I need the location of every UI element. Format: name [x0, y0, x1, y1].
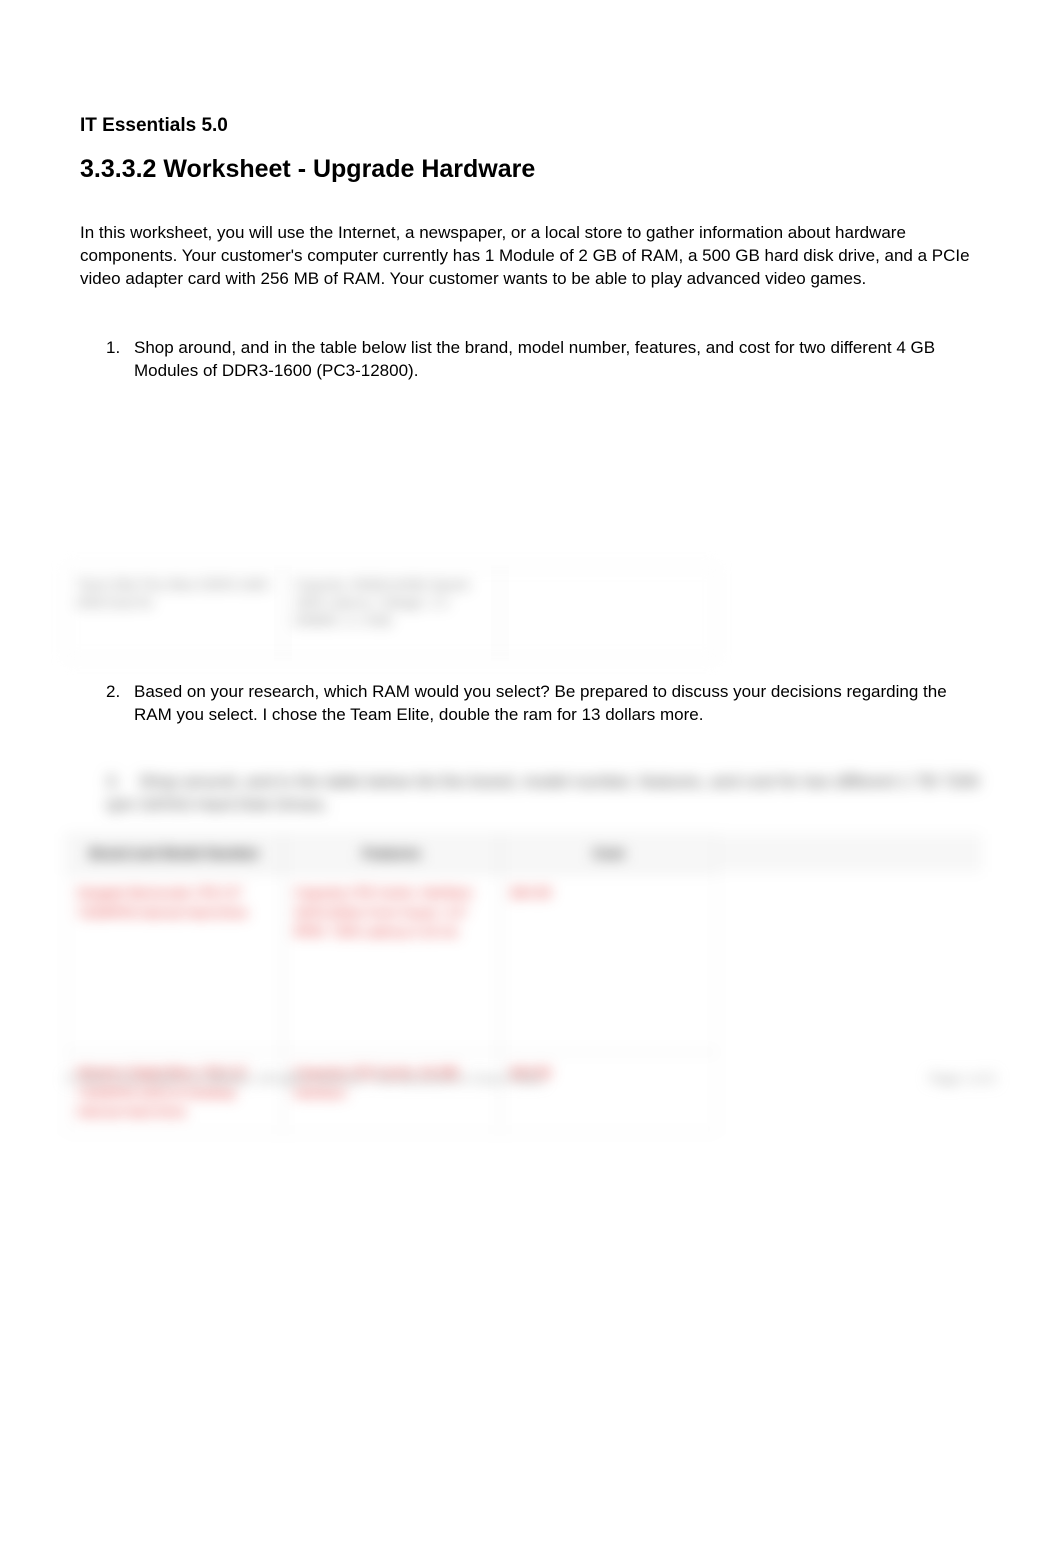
table-cell-features: Capacity: 8GB(2x4GB) Speed: 1600 Latency… — [283, 567, 500, 659]
header-cost: Cost — [500, 834, 717, 872]
list-text: Based on your research, which RAM would … — [134, 681, 982, 727]
cell-features: Capacity:1TB Cache: 64 MB Interface: — [283, 1052, 500, 1133]
intro-paragraph: In this worksheet, you will use the Inte… — [80, 222, 982, 291]
table-cell-brand: Team Elite Plus Blue DDR3-1600 8GB Dual … — [66, 567, 283, 659]
list-number: 2. — [106, 681, 134, 727]
table-header-row: Brand and Model Number Features Cost — [66, 834, 982, 872]
ram-table-row-blurred: Team Elite Plus Blue DDR3-1600 8GB Dual … — [66, 567, 982, 659]
cell-features: Capacity:1TB Cache: Interface: SATA 6Gb/… — [283, 872, 500, 1052]
list-item-3-blurred: 3. Shop around, and in the table below l… — [80, 771, 982, 817]
table-row: Team Elite Plus Blue DDR3-1600 8GB Dual … — [66, 567, 982, 659]
cell-brand: Western Digital Blue 1TB 3.5" 7200RPM SA… — [66, 1052, 283, 1133]
course-title: IT Essentials 5.0 — [80, 115, 982, 137]
header-brand: Brand and Model Number — [66, 834, 283, 872]
cell-cost: $44.99 — [500, 872, 717, 1052]
spacer — [80, 741, 982, 771]
spacer — [80, 397, 982, 567]
table-row: Western Digital Blue 1TB 3.5" 7200RPM SA… — [66, 1052, 982, 1133]
list-item-2: 2. Based on your research, which RAM wou… — [80, 681, 982, 727]
hdd-table-blurred: Brand and Model Number Features Cost Sea… — [66, 834, 982, 1133]
worksheet-title: 3.3.3.2 Worksheet - Upgrade Hardware — [80, 155, 982, 184]
list-number: 1. — [106, 337, 134, 383]
list-text: Shop around, and in the table below list… — [134, 337, 982, 383]
list-text: Shop around, and in the table below list… — [106, 772, 979, 814]
cell-brand: Seagate Barracuda 1TB 3.5" 7200RPM Inter… — [66, 872, 283, 1052]
page-footer: © 2015 Cisco and/or its affiliates. All … — [66, 1071, 996, 1086]
table-row: Seagate Barracuda 1TB 3.5" 7200RPM Inter… — [66, 872, 982, 1052]
copyright-text: © 2015 Cisco and/or its affiliates. All … — [66, 1071, 547, 1086]
table-cell-cost — [500, 567, 717, 659]
page-number: Page 1 of 2 — [930, 1071, 997, 1086]
list-number: 3. — [106, 771, 134, 794]
cell-cost: $44.89 — [500, 1052, 717, 1133]
list-item-1: 1. Shop around, and in the table below l… — [80, 337, 982, 383]
header-features: Features — [283, 834, 500, 872]
